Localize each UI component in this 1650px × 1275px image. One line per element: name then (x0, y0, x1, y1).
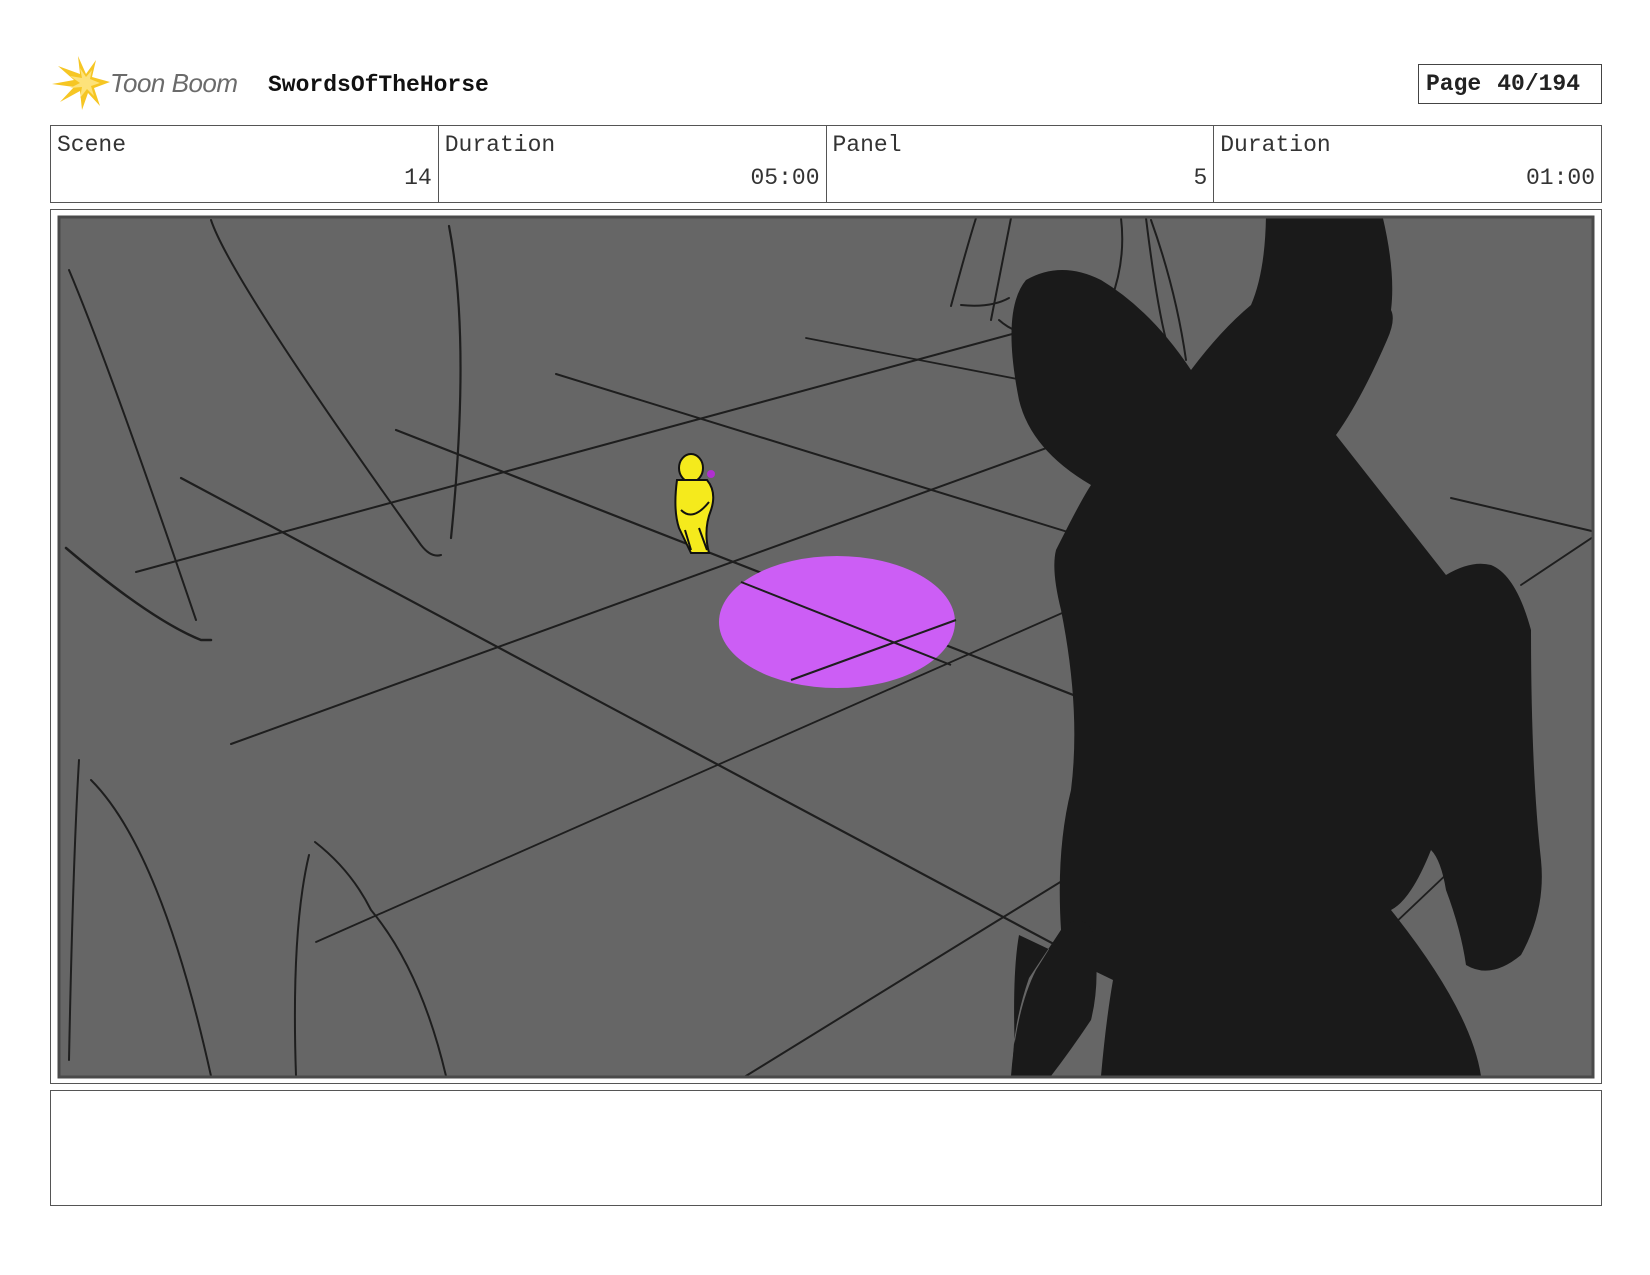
scene-duration-label: Duration (444, 132, 556, 158)
panel-notes-box (50, 1090, 1602, 1206)
panel-duration-cell: Duration 01:00 (1214, 126, 1601, 202)
page-label: Page (1426, 71, 1482, 97)
logo-wordmark: Toon Boom (110, 68, 238, 98)
panel-duration-value: 01:00 (1525, 165, 1595, 191)
scene-label: Scene (57, 132, 127, 158)
panel-duration-label: Duration (1220, 132, 1331, 158)
scene-duration-value: 05:00 (750, 165, 820, 191)
scene-value: 14 (404, 165, 432, 191)
project-title: SwordsOfTheHorse (268, 72, 489, 98)
panel-cell: Panel 5 (827, 126, 1215, 202)
page-number: 40/194 (1497, 71, 1581, 97)
page-indicator: Page 40/194 (1418, 64, 1602, 104)
scene-duration-cell: Duration 05:00 (439, 126, 827, 202)
storyboard-panel (50, 209, 1602, 1084)
panel-drawing (57, 215, 1595, 1079)
panel-label: Panel (832, 132, 902, 158)
starburst-icon (52, 56, 110, 110)
magenta-spotlight (719, 556, 955, 688)
page-header: Toon Boom SwordsOfTheHorse Page 40/194 (0, 0, 1650, 120)
panel-value: 5 (1193, 165, 1208, 191)
scene-cell: Scene 14 (51, 126, 439, 202)
shot-info-table: Scene 14 Duration 05:00 Panel 5 Duration… (50, 125, 1602, 203)
toon-boom-logo: Toon Boom (52, 56, 252, 110)
